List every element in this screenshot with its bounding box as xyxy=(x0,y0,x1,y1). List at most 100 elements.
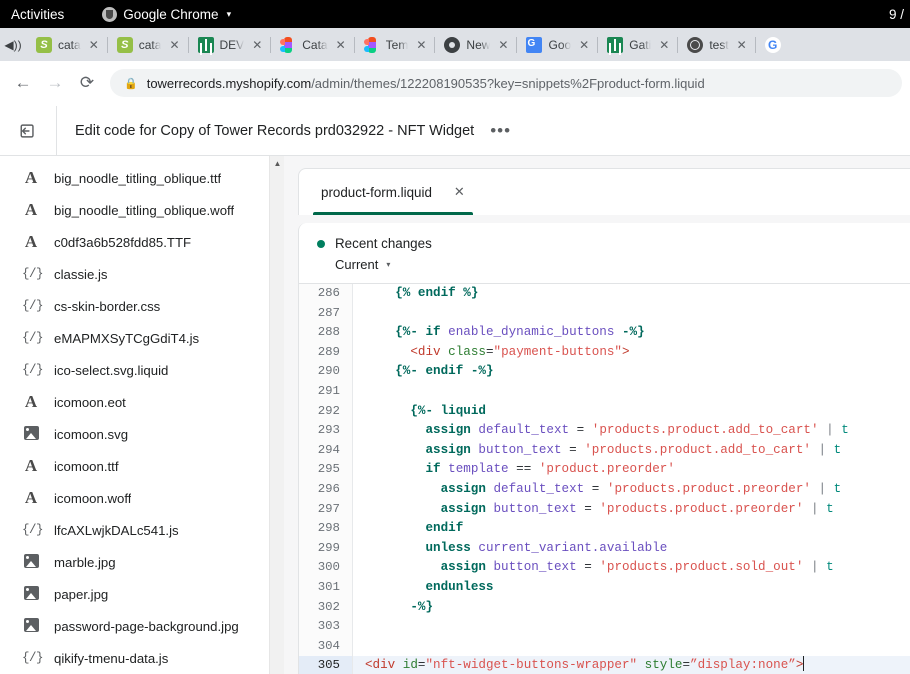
chrome-app-icon xyxy=(102,7,117,22)
code-line[interactable]: 304 xyxy=(299,637,910,657)
tab-product-form-liquid[interactable]: product-form.liquid ✕ xyxy=(307,169,479,215)
sidebar-scrollbar[interactable]: ▲ xyxy=(269,156,284,674)
tab-audio-indicator[interactable]: ◀)) xyxy=(0,28,26,61)
code-line-text: {%- endif -%} xyxy=(353,362,494,382)
close-icon[interactable]: ✕ xyxy=(577,38,591,52)
back-button[interactable]: ← xyxy=(8,68,38,98)
code-editor-panel: product-form.liquid ✕ Recent changes Cur… xyxy=(284,156,910,674)
file-list-item[interactable]: {/}cs-skin-border.css xyxy=(0,290,284,322)
close-icon[interactable]: ✕ xyxy=(657,38,671,52)
os-top-bar: Activities Google Chrome ▾ 9 / xyxy=(0,0,910,28)
more-actions-button[interactable]: ••• xyxy=(490,126,511,136)
address-bar[interactable]: 🔒 towerrecords.myshopify.com/admin/theme… xyxy=(110,69,902,97)
version-selector[interactable]: Current ▾ xyxy=(335,257,910,272)
browser-tab-title: Tem xyxy=(386,38,409,52)
code-line[interactable]: 292 {%- liquid xyxy=(299,402,910,422)
trailing-tab[interactable] xyxy=(755,28,781,61)
code-line[interactable]: 290 {%- endif -%} xyxy=(299,362,910,382)
os-clock[interactable]: 9 / xyxy=(889,7,904,22)
file-list-sidebar: Abig_noodle_titling_oblique.ttfAbig_nood… xyxy=(0,156,284,674)
code-editor-surface[interactable]: 286 {% endif %}287288 {%- if enable_dyna… xyxy=(298,284,910,674)
browser-tab[interactable]: DEV ✕ xyxy=(188,28,271,61)
code-line[interactable]: 287 xyxy=(299,304,910,324)
code-line-text: <div class="payment-buttons"> xyxy=(353,343,630,363)
browser-tab[interactable]: New✕ xyxy=(434,28,516,61)
code-line[interactable]: 291 xyxy=(299,382,910,402)
code-line[interactable]: 295 if template == 'product.preorder' xyxy=(299,460,910,480)
file-list-item[interactable]: Aicomoon.ttf xyxy=(0,450,284,482)
editor-tabs-card: product-form.liquid ✕ xyxy=(298,168,910,215)
code-line[interactable]: 297 assign button_text = 'products.produ… xyxy=(299,500,910,520)
active-app-label: Google Chrome xyxy=(123,7,218,22)
code-line[interactable]: 294 assign button_text = 'products.produ… xyxy=(299,441,910,461)
file-list-item[interactable]: {/}lfcAXLwjkDALc541.js xyxy=(0,514,284,546)
file-list-item[interactable]: {/}eMAPMXSyTCgGdiT4.js xyxy=(0,322,284,354)
file-name-label: ico-select.svg.liquid xyxy=(54,363,168,378)
file-list-item[interactable]: Aicomoon.eot xyxy=(0,386,284,418)
active-app-menu[interactable]: Google Chrome ▾ xyxy=(102,7,231,22)
browser-tab[interactable]: cata✕ xyxy=(26,28,107,61)
forward-button[interactable]: → xyxy=(40,68,70,98)
close-icon[interactable]: ✕ xyxy=(735,38,749,52)
code-line[interactable]: 300 assign button_text = 'products.produ… xyxy=(299,558,910,578)
code-line[interactable]: 288 {%- if enable_dynamic_buttons -%} xyxy=(299,323,910,343)
exit-icon xyxy=(19,122,37,140)
code-line-active[interactable]: 305<div id="nft-widget-buttons-wrapper" … xyxy=(299,656,910,674)
close-icon[interactable]: ✕ xyxy=(454,184,465,200)
code-line[interactable]: 298 endif xyxy=(299,519,910,539)
header-divider xyxy=(56,106,57,156)
file-list-item[interactable]: Ac0df3a6b528fdd85.TTF xyxy=(0,226,284,258)
close-icon[interactable]: ✕ xyxy=(167,38,181,52)
code-line[interactable]: 289 <div class="payment-buttons"> xyxy=(299,343,910,363)
file-list-item[interactable]: marble.jpg xyxy=(0,546,284,578)
close-icon[interactable]: ✕ xyxy=(334,38,348,52)
code-line[interactable]: 299 unless current_variant.available xyxy=(299,539,910,559)
file-list-item[interactable]: Abig_noodle_titling_oblique.woff xyxy=(0,194,284,226)
file-name-label: icomoon.ttf xyxy=(54,459,119,474)
code-line-text: <div id="nft-widget-buttons-wrapper" sty… xyxy=(353,656,804,674)
file-list-item[interactable]: password-page-background.jpg xyxy=(0,610,284,642)
code-line[interactable]: 302 -%} xyxy=(299,598,910,618)
file-list-item[interactable]: {/}ico-select.svg.liquid xyxy=(0,354,284,386)
globe-icon xyxy=(687,37,703,53)
code-line[interactable]: 293 assign default_text = 'products.prod… xyxy=(299,421,910,441)
google-icon xyxy=(765,37,781,53)
browser-tab[interactable]: cata✕ xyxy=(107,28,188,61)
browser-tab-title: DEV xyxy=(220,38,245,52)
activities-button[interactable]: Activities xyxy=(11,7,64,22)
line-number: 302 xyxy=(299,598,353,618)
browser-tab[interactable]: Tem ✕ xyxy=(354,28,435,61)
line-number: 301 xyxy=(299,578,353,598)
file-list-item[interactable]: Aicomoon.woff xyxy=(0,482,284,514)
exit-code-editor-button[interactable] xyxy=(14,117,42,145)
file-list-item[interactable]: {/}qikify-tmenu-data.js xyxy=(0,642,284,674)
reload-button[interactable]: ⟳ xyxy=(72,68,102,98)
browser-tab[interactable]: Goo✕ xyxy=(516,28,597,61)
close-icon[interactable]: ✕ xyxy=(87,38,101,52)
file-list-item[interactable]: paper.jpg xyxy=(0,578,284,610)
file-name-label: paper.jpg xyxy=(54,587,108,602)
close-icon[interactable]: ✕ xyxy=(496,38,510,52)
text-cursor xyxy=(803,656,804,671)
file-list-item[interactable]: Abig_noodle_titling_oblique.ttf xyxy=(0,162,284,194)
code-line[interactable]: 301 endunless xyxy=(299,578,910,598)
url-path: /admin/themes/122208190535?key=snippets%… xyxy=(311,76,705,91)
scroll-up-arrow-icon[interactable]: ▲ xyxy=(270,156,284,171)
close-icon[interactable]: ✕ xyxy=(414,38,428,52)
gatsby-icon xyxy=(607,37,623,53)
browser-tab[interactable]: test✕ xyxy=(677,28,754,61)
code-line[interactable]: 296 assign default_text = 'products.prod… xyxy=(299,480,910,500)
code-line[interactable]: 286 {% endif %} xyxy=(299,284,910,304)
line-number: 290 xyxy=(299,362,353,382)
code-line[interactable]: 303 xyxy=(299,617,910,637)
file-list-item[interactable]: icomoon.svg xyxy=(0,418,284,450)
image-icon xyxy=(22,617,40,635)
browser-tab-strip: ◀)) cata✕cata✕DEV✕Cata✕Tem✕New✕Goo✕Gati✕… xyxy=(0,28,910,61)
close-icon[interactable]: ✕ xyxy=(250,38,264,52)
speaker-icon: ◀)) xyxy=(4,38,21,52)
file-list-item[interactable]: {/}classie.js xyxy=(0,258,284,290)
line-number: 293 xyxy=(299,421,353,441)
file-name-label: eMAPMXSyTCgGdiT4.js xyxy=(54,331,199,346)
browser-tab[interactable]: Cata✕ xyxy=(270,28,353,61)
browser-tab[interactable]: Gati✕ xyxy=(597,28,677,61)
